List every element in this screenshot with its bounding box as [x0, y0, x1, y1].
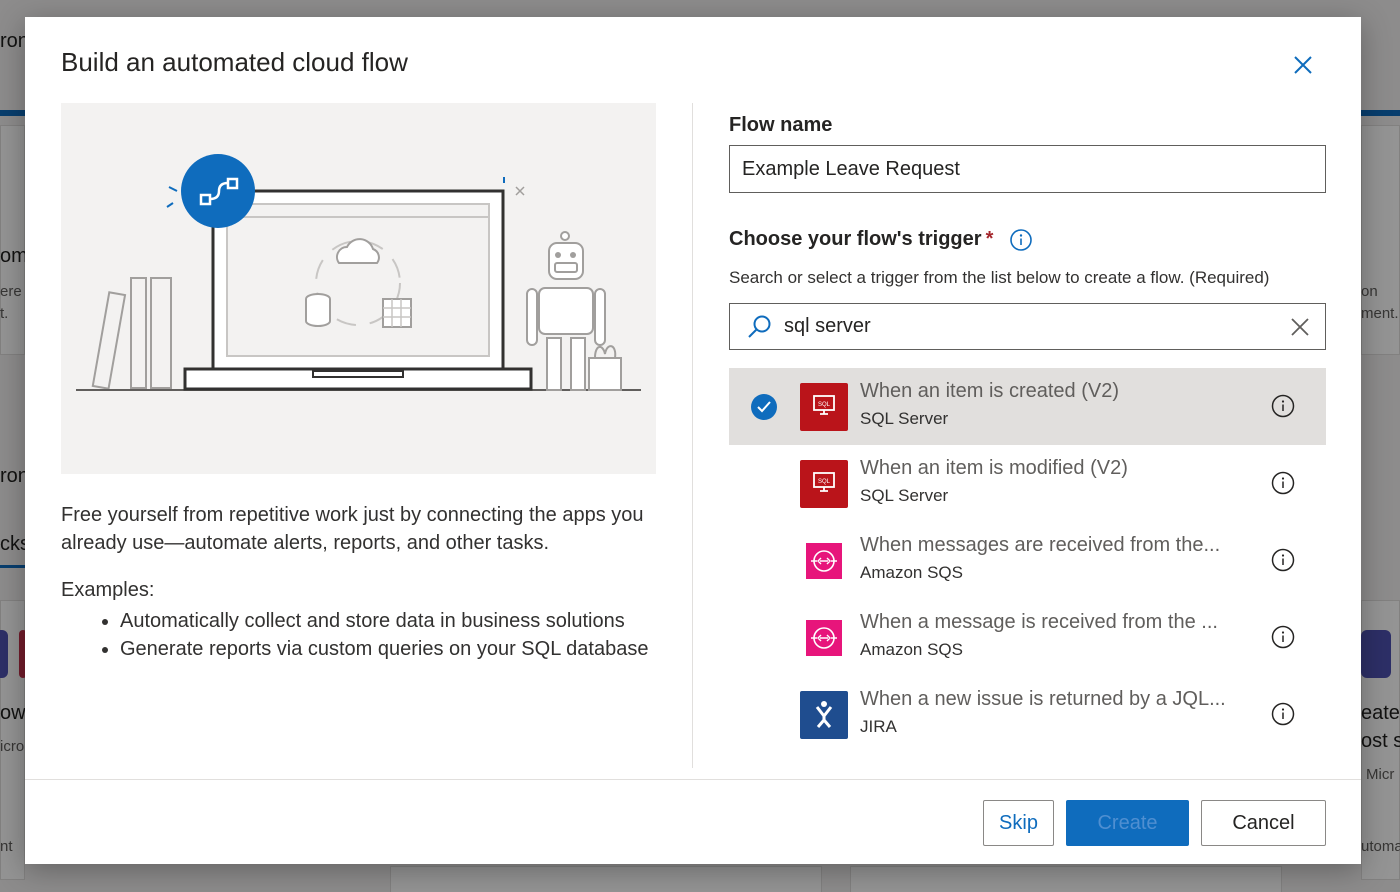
flow-name-label: Flow name — [729, 114, 833, 136]
svg-text:SQL: SQL — [818, 402, 831, 408]
sql-server-icon: SQL — [800, 383, 848, 431]
svg-text:SQL: SQL — [818, 479, 831, 485]
trigger-option[interactable]: SQL When an item is modified (V2) SQL Se… — [729, 445, 1326, 522]
info-icon[interactable] — [1271, 548, 1295, 572]
trigger-option[interactable]: When a new issue is returned by a JQL...… — [729, 676, 1326, 753]
trigger-title: When a message is received from the ... — [860, 611, 1218, 633]
trigger-title: When messages are received from the... — [860, 534, 1221, 556]
sql-server-icon: SQL — [800, 460, 848, 508]
trigger-title: When an item is created (V2) — [860, 380, 1119, 402]
clear-search-icon[interactable] — [1289, 316, 1311, 338]
trigger-title: When an item is modified (V2) — [860, 457, 1128, 479]
footer-divider — [25, 779, 1361, 780]
trigger-option[interactable]: SQL When an item is created (V2) SQL Ser… — [729, 368, 1326, 445]
dialog-description: Free yourself from repetitive work just … — [61, 504, 644, 554]
required-marker: * — [985, 228, 994, 250]
info-icon[interactable] — [1271, 625, 1295, 649]
jira-icon — [800, 691, 848, 739]
laptop-robot-illustration — [76, 154, 641, 391]
example-item: Automatically collect and store data in … — [120, 607, 660, 635]
info-icon[interactable] — [1271, 394, 1295, 418]
trigger-help-text: Search or select a trigger from the list… — [729, 268, 1270, 287]
trigger-label-text: Choose your flow's trigger — [729, 228, 982, 250]
info-icon[interactable] — [1271, 702, 1295, 726]
trigger-option[interactable]: When messages are received from the... A… — [729, 522, 1326, 599]
amazon-sqs-icon — [800, 537, 848, 585]
cancel-button[interactable]: Cancel — [1201, 800, 1326, 846]
example-item: Generate reports via custom queries on y… — [120, 635, 660, 663]
info-icon[interactable] — [1009, 228, 1033, 252]
examples-list: Automatically collect and store data in … — [120, 607, 660, 663]
flow-name-input[interactable] — [729, 145, 1326, 193]
trigger-option[interactable]: When a message is received from the ... … — [729, 599, 1326, 676]
hero-illustration — [61, 103, 656, 474]
search-icon — [748, 315, 771, 338]
info-icon[interactable] — [1271, 471, 1295, 495]
trigger-search-box — [729, 303, 1326, 350]
close-icon — [1294, 56, 1312, 74]
trigger-connector: SQL Server — [860, 486, 949, 505]
examples-label: Examples: — [61, 579, 155, 601]
trigger-search-input[interactable] — [784, 310, 1264, 342]
trigger-label: Choose your flow's trigger * — [729, 228, 993, 251]
skip-button[interactable]: Skip — [983, 800, 1054, 846]
build-flow-dialog: Build an automated cloud flow Free yours… — [25, 17, 1361, 864]
trigger-connector: SQL Server — [860, 409, 949, 428]
selected-check — [751, 394, 777, 420]
close-button[interactable] — [1287, 49, 1319, 81]
trigger-list: SQL When an item is created (V2) SQL Ser… — [729, 368, 1326, 766]
trigger-connector: Amazon SQS — [860, 563, 963, 582]
dialog-title: Build an automated cloud flow — [61, 47, 408, 77]
panel-divider — [692, 103, 693, 768]
create-button[interactable]: Create — [1066, 800, 1189, 846]
amazon-sqs-icon — [800, 614, 848, 662]
trigger-title: When a new issue is returned by a JQL... — [860, 688, 1226, 710]
checkmark-icon — [757, 401, 771, 413]
trigger-connector: Amazon SQS — [860, 640, 963, 659]
trigger-connector: JIRA — [860, 717, 897, 736]
